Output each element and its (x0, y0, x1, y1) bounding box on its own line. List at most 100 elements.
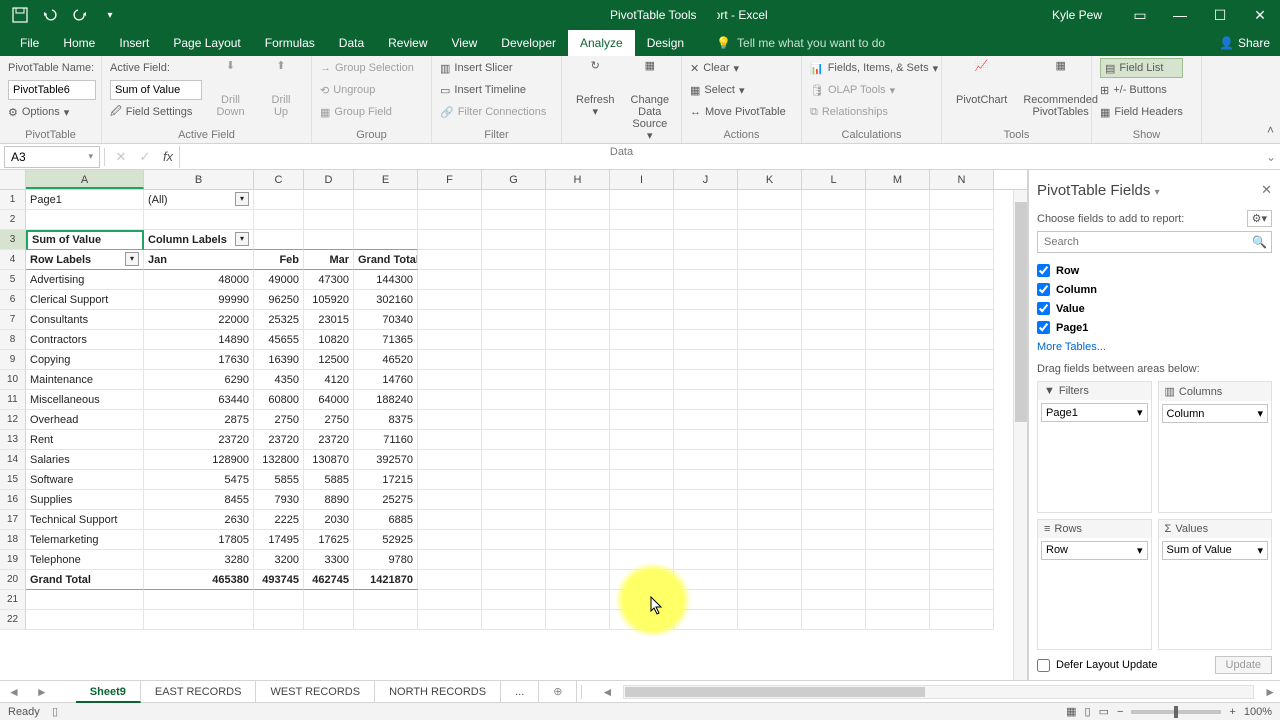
search-icon[interactable]: 🔍 (1252, 235, 1267, 249)
cell[interactable] (802, 430, 866, 450)
cell[interactable] (610, 510, 674, 530)
cell[interactable]: 25325 (254, 310, 304, 330)
cell[interactable] (418, 470, 482, 490)
cell[interactable] (418, 570, 482, 590)
tab-page-layout[interactable]: Page Layout (161, 30, 252, 56)
sheet-tab-active[interactable]: Sheet9 (76, 681, 141, 703)
cell[interactable] (546, 390, 610, 410)
cell[interactable] (802, 490, 866, 510)
cell[interactable] (738, 470, 802, 490)
row-header[interactable]: 3 (0, 230, 26, 250)
row-header[interactable]: 18 (0, 530, 26, 550)
cell[interactable]: 2030 (304, 510, 354, 530)
cell[interactable] (674, 390, 738, 410)
cell[interactable] (802, 410, 866, 430)
cell[interactable] (802, 330, 866, 350)
zoom-level[interactable]: 100% (1244, 706, 1272, 718)
cell[interactable] (418, 390, 482, 410)
cell[interactable]: 5885 (304, 470, 354, 490)
sheet-tab-1[interactable]: EAST RECORDS (141, 681, 257, 703)
cell[interactable] (930, 270, 994, 290)
cell[interactable] (802, 530, 866, 550)
cell[interactable]: 45655 (254, 330, 304, 350)
cell[interactable] (482, 390, 546, 410)
cell[interactable] (482, 490, 546, 510)
cell[interactable] (802, 230, 866, 250)
cell[interactable]: 46520 (354, 350, 418, 370)
cell[interactable] (802, 390, 866, 410)
qat-custom-icon[interactable]: ▾ (100, 5, 120, 25)
cell[interactable] (866, 210, 930, 230)
cell[interactable] (738, 310, 802, 330)
cell[interactable] (866, 430, 930, 450)
cell[interactable] (802, 370, 866, 390)
cell[interactable] (418, 590, 482, 610)
cell[interactable]: Supplies (26, 490, 144, 510)
cell[interactable]: Copying (26, 350, 144, 370)
cell[interactable]: 3300 (304, 550, 354, 570)
col-header-M[interactable]: M (866, 170, 930, 189)
cell[interactable] (930, 570, 994, 590)
maximize-icon[interactable]: ☐ (1200, 0, 1240, 30)
cell[interactable] (610, 530, 674, 550)
cell[interactable] (482, 330, 546, 350)
cell[interactable] (674, 190, 738, 210)
cell[interactable] (418, 290, 482, 310)
cell[interactable] (354, 210, 418, 230)
cell[interactable] (418, 190, 482, 210)
row-header[interactable]: 1 (0, 190, 26, 210)
cell[interactable] (866, 570, 930, 590)
expand-formula-bar-icon[interactable]: ⌄ (1262, 150, 1280, 164)
cell[interactable] (930, 390, 994, 410)
cell[interactable] (738, 570, 802, 590)
cell[interactable] (610, 450, 674, 470)
cell[interactable] (304, 210, 354, 230)
cell[interactable]: 2875 (144, 410, 254, 430)
cell[interactable]: 6290 (144, 370, 254, 390)
cell[interactable]: 23720 (144, 430, 254, 450)
cell[interactable] (866, 590, 930, 610)
field-checkbox[interactable]: Column (1037, 280, 1272, 299)
cell[interactable]: Feb (254, 250, 304, 270)
zoom-slider[interactable] (1131, 710, 1221, 714)
cell[interactable] (674, 550, 738, 570)
cell[interactable] (482, 310, 546, 330)
cell[interactable] (802, 610, 866, 630)
cell[interactable]: 105920 (304, 290, 354, 310)
cell[interactable]: 17805 (144, 530, 254, 550)
cell[interactable] (738, 370, 802, 390)
cell[interactable] (674, 510, 738, 530)
zoom-in-icon[interactable]: + (1229, 706, 1235, 718)
cell[interactable] (738, 590, 802, 610)
cell[interactable] (546, 610, 610, 630)
cell[interactable] (546, 430, 610, 450)
cell[interactable] (144, 590, 254, 610)
cell[interactable]: 392570 (354, 450, 418, 470)
row-header[interactable]: 2 (0, 210, 26, 230)
cell[interactable]: 23720 (254, 430, 304, 450)
recommended-pt-button[interactable]: ▦Recommended PivotTables (1017, 58, 1104, 120)
select-all-cells[interactable] (0, 170, 26, 189)
cell[interactable] (418, 530, 482, 550)
active-field-input[interactable] (110, 80, 202, 100)
cell[interactable] (738, 290, 802, 310)
cell[interactable] (482, 550, 546, 570)
defer-checkbox[interactable] (1037, 659, 1050, 672)
cell[interactable]: Salaries (26, 450, 144, 470)
cell[interactable]: 3280 (144, 550, 254, 570)
options-button[interactable]: ⚙ Options ▾ (8, 102, 96, 122)
cell[interactable]: 64000 (304, 390, 354, 410)
row-header[interactable]: 15 (0, 470, 26, 490)
cell[interactable]: 8455 (144, 490, 254, 510)
cell[interactable] (738, 350, 802, 370)
cell[interactable]: 60800 (254, 390, 304, 410)
cell[interactable] (482, 190, 546, 210)
cell[interactable] (546, 350, 610, 370)
cell[interactable]: 2750 (304, 410, 354, 430)
cell[interactable] (418, 490, 482, 510)
cell[interactable]: 5475 (144, 470, 254, 490)
tab-view[interactable]: View (440, 30, 490, 56)
cell[interactable] (610, 250, 674, 270)
cell[interactable] (738, 390, 802, 410)
cell[interactable]: 16390 (254, 350, 304, 370)
